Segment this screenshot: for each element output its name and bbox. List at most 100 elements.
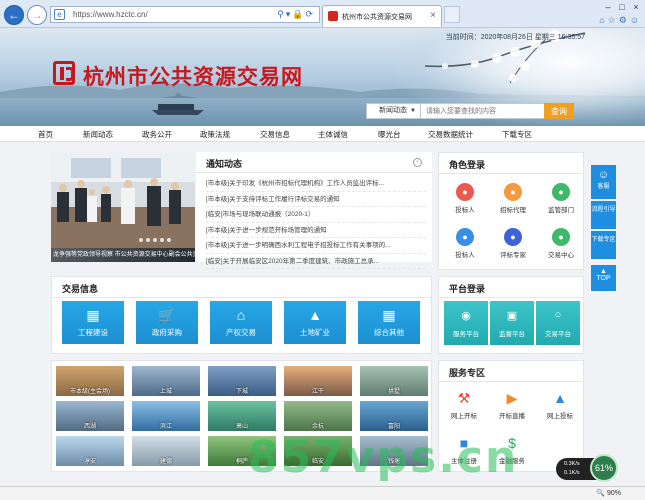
tab-active[interactable]: 杭州市公共资源交易网 × <box>322 5 442 27</box>
nav-item-policy[interactable]: 政策法规 <box>200 129 230 140</box>
search-button[interactable]: 查询 <box>544 103 574 119</box>
role-supervisor[interactable]: ● 监管部门 <box>541 183 581 214</box>
slider-dots[interactable] <box>139 235 174 244</box>
favicon-icon <box>328 11 338 21</box>
tile-trade-platform[interactable]: ○ 交易平台 <box>536 301 580 345</box>
notice-panel: 通知动态 › [市本级]关于印发《杭州市招标代理机构》工作人员监出评标... [… <box>196 152 432 269</box>
tile-procurement[interactable]: 🛒 政府采购 <box>136 301 198 344</box>
service-online-bid[interactable]: ▲ 网上投标 <box>538 388 582 420</box>
gallery-item[interactable]: 上城 <box>132 366 200 396</box>
nav-item-news[interactable]: 新闻动态 <box>83 129 113 140</box>
list-item[interactable]: [临安]关于开展临安区2020年第二季度建筑、市政施工总承... <box>206 254 426 269</box>
role-bidder-2[interactable]: ● 投标人 <box>445 228 485 259</box>
customer-service-button[interactable]: ☺ 客服 <box>591 165 616 199</box>
download-zone-button[interactable]: 下载专区 <box>591 231 616 259</box>
center-icon: ● <box>552 228 570 246</box>
process-guide-button[interactable]: 流程引导 <box>591 201 616 229</box>
search-input[interactable] <box>423 104 541 118</box>
role-center[interactable]: ● 交易中心 <box>541 228 581 259</box>
list-item[interactable]: [临安]市场与现场联动通报（2020-1） <box>206 207 426 223</box>
nav-item-trade[interactable]: 交易信息 <box>260 129 290 140</box>
nav-item-gov[interactable]: 政务公开 <box>142 129 172 140</box>
news-slider[interactable]: 龙争强等党政领导视察 市公共资源交易中心副会公共资源交易工 <box>51 152 195 262</box>
maximize-button[interactable]: □ <box>615 0 629 14</box>
zoom-level[interactable]: 🔍 90% <box>596 489 621 497</box>
gallery-item[interactable]: 余杭 <box>284 401 352 431</box>
forward-button[interactable]: → <box>27 5 47 25</box>
close-window-button[interactable]: × <box>629 0 643 14</box>
tile-other[interactable]: ▦ 综合其他 <box>358 301 420 344</box>
building-icon: ▦ <box>86 307 100 323</box>
role-agent[interactable]: ● 招标代理 <box>493 183 533 214</box>
gavel-icon: ⚒ <box>457 390 471 406</box>
search-category-select[interactable]: 新闻动态 ▼ <box>367 104 421 118</box>
house-icon: ⌂ <box>236 307 246 323</box>
status-bar: 🔍 90% <box>0 486 645 500</box>
list-item[interactable]: [市本级]关于印发《杭州市招标代理机构》工作人员监出评标... <box>206 176 426 192</box>
browser-tools-icons[interactable]: ⌂☆⚙☺ <box>599 15 642 26</box>
list-item[interactable]: [市本级]关于进一步明确西水利工程电子招投标工作有关事项的... <box>206 238 426 254</box>
trade-info-title: 交易信息 <box>62 284 99 294</box>
tile-property[interactable]: ⌂ 产权交易 <box>210 301 272 344</box>
tab-title: 杭州市公共资源交易网 <box>342 14 412 21</box>
logo-icon <box>53 61 75 85</box>
back-to-top-button[interactable]: ▲ TOP <box>591 265 616 291</box>
gallery-item[interactable]: 拱墅 <box>360 366 428 396</box>
bidder-icon: ● <box>456 228 474 246</box>
notice-list: [市本级]关于印发《杭州市招标代理机构》工作人员监出评标... [市本级]关于支… <box>206 176 426 269</box>
gallery-item[interactable]: 萧山 <box>208 401 276 431</box>
nav-item-exposure[interactable]: 曝光台 <box>378 129 401 140</box>
gallery-item[interactable]: 建德 <box>132 436 200 466</box>
gallery-item[interactable]: 西湖 <box>56 401 124 431</box>
nav-item-download[interactable]: 下载专区 <box>502 129 532 140</box>
floating-sidebar: ☺ 客服 流程引导 下载专区 ▲ TOP <box>591 165 616 291</box>
service-icon: ◉ <box>461 310 471 322</box>
list-item[interactable]: [市本级]关于支持评标工作履行评标交易的通知 <box>206 192 426 207</box>
tile-monitor-platform[interactable]: ▣ 监督平台 <box>490 301 534 345</box>
tile-construction[interactable]: ▦ 工程建设 <box>62 301 124 344</box>
url-text: https://www.hzctc.cn/ <box>73 10 148 19</box>
gallery-item[interactable]: 富阳 <box>360 401 428 431</box>
gallery-item[interactable]: 江干 <box>284 366 352 396</box>
service-online-bid-open[interactable]: ⚒ 网上开标 <box>442 388 486 420</box>
window-controls: – □ × <box>601 0 643 14</box>
search-box: 新闻动态▼ 查询 <box>366 103 574 119</box>
nav-item-credit[interactable]: 主体诚信 <box>318 129 348 140</box>
gallery-item[interactable]: 下城 <box>208 366 276 396</box>
ie-icon: e <box>54 9 65 20</box>
grid-icon: ▦ <box>382 307 396 323</box>
slider-caption[interactable]: 龙争强等党政领导视察 市公共资源交易中心副会公共资源交易工 <box>51 248 195 262</box>
minimize-button[interactable]: – <box>601 0 615 14</box>
gallery-item[interactable]: 市本级(主会场) <box>56 366 124 396</box>
expert-icon: ● <box>504 228 522 246</box>
arrow-up-icon: ▲ <box>600 268 607 275</box>
gallery-item[interactable]: 滨江 <box>132 401 200 431</box>
network-speed-widget[interactable]: 0.3K/s 0.1K/s 61% <box>556 454 618 482</box>
supervisor-icon: ● <box>552 183 570 201</box>
gallery-item[interactable]: 淳安 <box>56 436 124 466</box>
role-expert[interactable]: ● 评标专家 <box>493 228 533 259</box>
monitor-icon: ▣ <box>506 310 518 322</box>
role-bidder[interactable]: ● 投标人 <box>445 183 485 214</box>
tab-close-icon[interactable]: × <box>430 10 436 21</box>
notice-title: 通知动态 <box>206 159 243 169</box>
person-icon: ● <box>456 183 474 201</box>
boat-decoration <box>152 104 204 115</box>
chat-icon: ☺ <box>597 169 610 181</box>
address-bar[interactable]: e https://www.hzctc.cn/ ⚲▾🔒⟳ <box>50 6 320 23</box>
back-button[interactable]: ← <box>4 5 24 25</box>
trade-icon: ○ <box>554 309 562 321</box>
nav-item-stats[interactable]: 交易数据统计 <box>428 129 473 140</box>
nav-item-home[interactable]: 首页 <box>38 129 53 140</box>
land-icon: ▲ <box>308 307 322 323</box>
service-zone-title: 服务专区 <box>449 368 486 378</box>
service-live-stream[interactable]: ▶ 开标直播 <box>490 388 534 420</box>
new-tab-button[interactable] <box>444 6 460 23</box>
tile-service-platform[interactable]: ◉ 服务平台 <box>444 301 488 345</box>
browser-toolbar: ← → e https://www.hzctc.cn/ ⚲▾🔒⟳ 杭州市公共资源… <box>0 0 645 28</box>
more-icon[interactable]: › <box>413 158 422 167</box>
address-tools[interactable]: ⚲▾🔒⟳ <box>277 9 315 20</box>
list-item[interactable]: [市本级]关于进一步规范开标场管理的通知 <box>206 223 426 238</box>
tile-land[interactable]: ▲ 土地矿业 <box>284 301 346 344</box>
site-title: 杭州市公共资源交易网 <box>83 66 303 89</box>
